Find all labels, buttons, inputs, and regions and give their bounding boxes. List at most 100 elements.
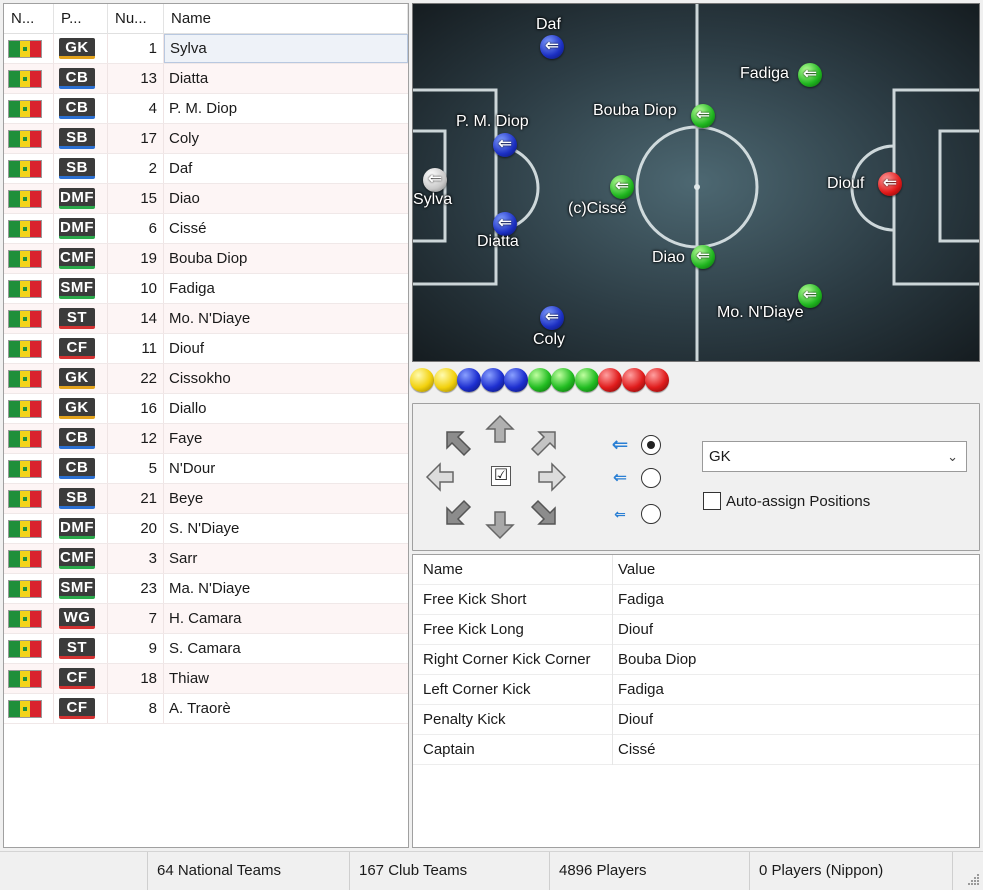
set-piece-role-table[interactable]: Name Value Free Kick Short Fadiga Free Kic… — [412, 554, 980, 848]
player-row[interactable]: CB 12 Faye — [4, 424, 408, 454]
senegal-flag-icon — [8, 129, 42, 148]
pitch-player-marker[interactable]: ⇐ — [691, 245, 715, 269]
player-list[interactable]: N... P... Nu... Name GK 1 Sylva CB 13 Diatta C… — [3, 3, 409, 848]
role-value[interactable]: Cissé — [613, 735, 979, 765]
arrow-down-right-icon[interactable] — [527, 496, 561, 530]
column-header-role-name[interactable]: Name — [413, 555, 613, 585]
player-row[interactable]: SB 2 Daf — [4, 154, 408, 184]
role-value[interactable]: Diouf — [613, 615, 979, 645]
number-cell: 10 — [108, 274, 164, 303]
pitch-player-marker[interactable]: ⇐ — [798, 63, 822, 87]
role-value[interactable]: Diouf — [613, 705, 979, 735]
arrow-right-icon[interactable] — [535, 460, 569, 494]
column-header-position[interactable]: P... — [54, 4, 108, 34]
green-ball-icon — [527, 368, 552, 392]
center-checkbox[interactable]: ☑ — [491, 466, 511, 486]
nationality-cell — [4, 634, 54, 663]
column-header-nationality[interactable]: N... — [4, 4, 54, 34]
senegal-flag-icon — [8, 519, 42, 538]
auto-assign-box[interactable] — [703, 492, 721, 510]
player-row[interactable]: GK 16 Diallo — [4, 394, 408, 424]
pitch-player-marker[interactable]: ⇐ — [540, 306, 564, 330]
resize-grip-icon[interactable] — [966, 872, 980, 886]
player-row[interactable]: CMF 19 Bouba Diop — [4, 244, 408, 274]
speed-radio-slow[interactable] — [641, 504, 661, 524]
role-row[interactable]: Free Kick Short Fadiga — [413, 585, 979, 615]
player-row[interactable]: WG 7 H. Camara — [4, 604, 408, 634]
chevron-down-icon: ⌄ — [947, 449, 958, 464]
pitch-player-marker[interactable]: ⇐ — [493, 133, 517, 157]
auto-assign-label: Auto-assign Positions — [726, 492, 871, 510]
position-badge: CB — [59, 458, 95, 479]
position-badge: DMF — [59, 518, 95, 539]
speed-option-fast[interactable]: ⇐ — [605, 432, 661, 457]
player-row[interactable]: SB 21 Beye — [4, 484, 408, 514]
speed-option-slow[interactable]: ⇐ — [605, 504, 661, 524]
speed-radio-fast[interactable] — [641, 434, 661, 455]
player-row[interactable]: GK 22 Cissokho — [4, 364, 408, 394]
arrow-down-icon[interactable] — [483, 508, 517, 542]
player-row[interactable]: ST 14 Mo. N'Diaye — [4, 304, 408, 334]
formation-pitch[interactable]: ⇐ Daf ⇐ Fadiga ⇐ Bouba Diop ⇐ P. M. Diop… — [412, 3, 980, 362]
column-header-name[interactable]: Name — [164, 4, 408, 34]
speed-option-medium[interactable]: ⇐ — [605, 468, 661, 488]
pitch-player-marker[interactable]: ⇐ — [423, 168, 447, 192]
pitch-player-marker[interactable]: ⇐ — [691, 104, 715, 128]
arrow-down-left-icon[interactable] — [441, 496, 475, 530]
position-cell: SMF — [54, 274, 108, 303]
player-row[interactable]: CB 4 P. M. Diop — [4, 94, 408, 124]
status-national-teams: 64 National Teams — [148, 852, 350, 890]
player-row[interactable]: CB 13 Diatta — [4, 64, 408, 94]
role-row[interactable]: Penalty Kick Diouf — [413, 705, 979, 735]
player-name-cell: N'Dour — [169, 460, 216, 477]
player-row[interactable]: CMF 3 Sarr — [4, 544, 408, 574]
role-row[interactable]: Left Corner Kick Fadiga — [413, 675, 979, 705]
arrow-up-left-icon[interactable] — [441, 426, 475, 460]
player-row[interactable]: CF 8 A. Traorè — [4, 694, 408, 724]
role-row[interactable]: Free Kick Long Diouf — [413, 615, 979, 645]
role-value[interactable]: Fadiga — [613, 675, 979, 705]
player-row[interactable]: SMF 23 Ma. N'Diaye — [4, 574, 408, 604]
player-row[interactable]: GK 1 Sylva — [4, 34, 408, 64]
role-value[interactable]: Bouba Diop — [613, 645, 979, 675]
position-cell: ST — [54, 304, 108, 333]
auto-assign-checkbox[interactable]: Auto-assign Positions — [703, 492, 870, 510]
nationality-cell — [4, 304, 54, 333]
role-name: Captain — [413, 735, 613, 765]
speed-radio-medium[interactable] — [641, 468, 661, 488]
arrow-up-icon[interactable] — [483, 412, 517, 446]
nationality-cell — [4, 184, 54, 213]
player-name-cell: Faye — [169, 430, 203, 447]
role-row[interactable]: Right Corner Kick Corner Bouba Diop — [413, 645, 979, 675]
player-row[interactable]: DMF 6 Cissé — [4, 214, 408, 244]
position-cell: SMF — [54, 574, 108, 603]
pitch-player-marker[interactable]: ⇐ — [610, 175, 634, 199]
role-value[interactable]: Fadiga — [613, 585, 979, 615]
position-badge: GK — [59, 368, 95, 389]
column-header-role-value[interactable]: Value — [613, 555, 979, 585]
senegal-flag-icon — [8, 309, 42, 328]
pitch-player-marker[interactable]: ⇐ — [878, 172, 902, 196]
player-row[interactable]: CB 5 N'Dour — [4, 454, 408, 484]
number-cell: 21 — [108, 484, 164, 513]
number-cell: 16 — [108, 394, 164, 423]
nationality-cell — [4, 454, 54, 483]
nationality-cell — [4, 394, 54, 423]
arrow-left-icon[interactable] — [423, 460, 457, 494]
column-header-number[interactable]: Nu... — [108, 4, 164, 34]
number-cell: 6 — [108, 214, 164, 243]
position-select[interactable]: GK ⌄ — [702, 441, 967, 472]
player-row[interactable]: SMF 10 Fadiga — [4, 274, 408, 304]
pitch-player-label: P. M. Diop — [456, 113, 529, 130]
position-select-value: GK — [709, 448, 731, 465]
arrow-up-right-icon[interactable] — [527, 426, 561, 460]
player-row[interactable]: DMF 15 Diao — [4, 184, 408, 214]
player-row[interactable]: CF 18 Thiaw — [4, 664, 408, 694]
player-row[interactable]: ST 9 S. Camara — [4, 634, 408, 664]
player-row[interactable]: DMF 20 S. N'Diaye — [4, 514, 408, 544]
role-row[interactable]: Captain Cissé — [413, 735, 979, 765]
player-row[interactable]: SB 17 Coly — [4, 124, 408, 154]
pitch-player-marker[interactable]: ⇐ — [540, 35, 564, 59]
position-cell: ST — [54, 634, 108, 663]
player-row[interactable]: CF 11 Diouf — [4, 334, 408, 364]
